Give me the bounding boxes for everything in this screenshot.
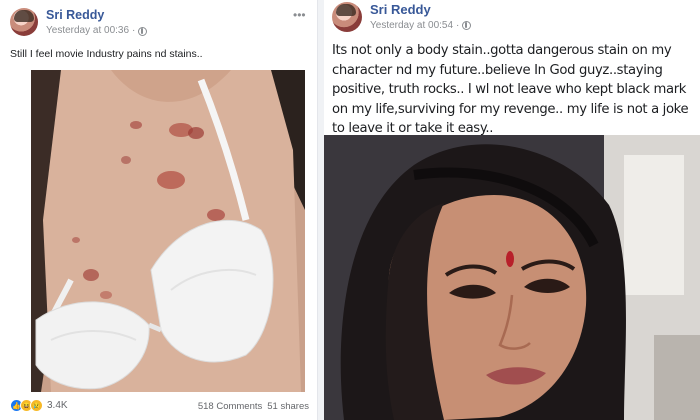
timestamp[interactable]: Yesterday at 00:54 xyxy=(370,20,453,32)
globe-icon xyxy=(462,21,472,31)
reactions-summary[interactable]: 👍 😆 😢 3.4K xyxy=(10,399,68,412)
photo-illustration xyxy=(324,135,700,420)
timestamp[interactable]: Yesterday at 00:36 xyxy=(46,25,129,37)
author-name[interactable]: Sri Reddy xyxy=(370,2,471,18)
author-name[interactable]: Sri Reddy xyxy=(46,8,147,23)
sad-icon: 😢 xyxy=(30,399,43,412)
timestamp-row: Yesterday at 00:54 · xyxy=(370,20,472,32)
comments-count[interactable]: 518 Comments xyxy=(198,401,262,412)
shares-count[interactable]: 51 shares xyxy=(267,401,309,412)
post-stats: 518 Comments 51 shares xyxy=(198,401,309,412)
post-meta: Sri Reddy Yesterday at 00:54 · xyxy=(370,2,472,32)
right-post: Sri Reddy Yesterday at 00:54 · Its not o… xyxy=(324,0,700,420)
post-photo[interactable] xyxy=(324,135,700,420)
post-photo[interactable] xyxy=(31,70,305,392)
left-post-header: Sri Reddy Yesterday at 00:36 · xyxy=(10,8,148,44)
globe-icon xyxy=(138,26,148,36)
post-caption: Its not only a body stain..gotta dangero… xyxy=(332,43,689,136)
reaction-count: 3.4K xyxy=(47,400,68,411)
post-caption: Still I feel movie Industry pains nd sta… xyxy=(10,48,203,60)
photo-illustration xyxy=(31,70,305,392)
post-meta: Sri Reddy Yesterday at 00:36 · xyxy=(46,8,148,37)
right-post-header: Sri Reddy Yesterday at 00:54 · xyxy=(332,2,472,38)
more-options-icon[interactable]: ••• xyxy=(293,8,306,22)
timestamp-row: Yesterday at 00:36 · xyxy=(46,25,148,37)
avatar[interactable] xyxy=(332,2,362,32)
left-post: Sri Reddy Yesterday at 00:36 · ••• Still… xyxy=(0,0,318,420)
avatar[interactable] xyxy=(10,8,38,36)
